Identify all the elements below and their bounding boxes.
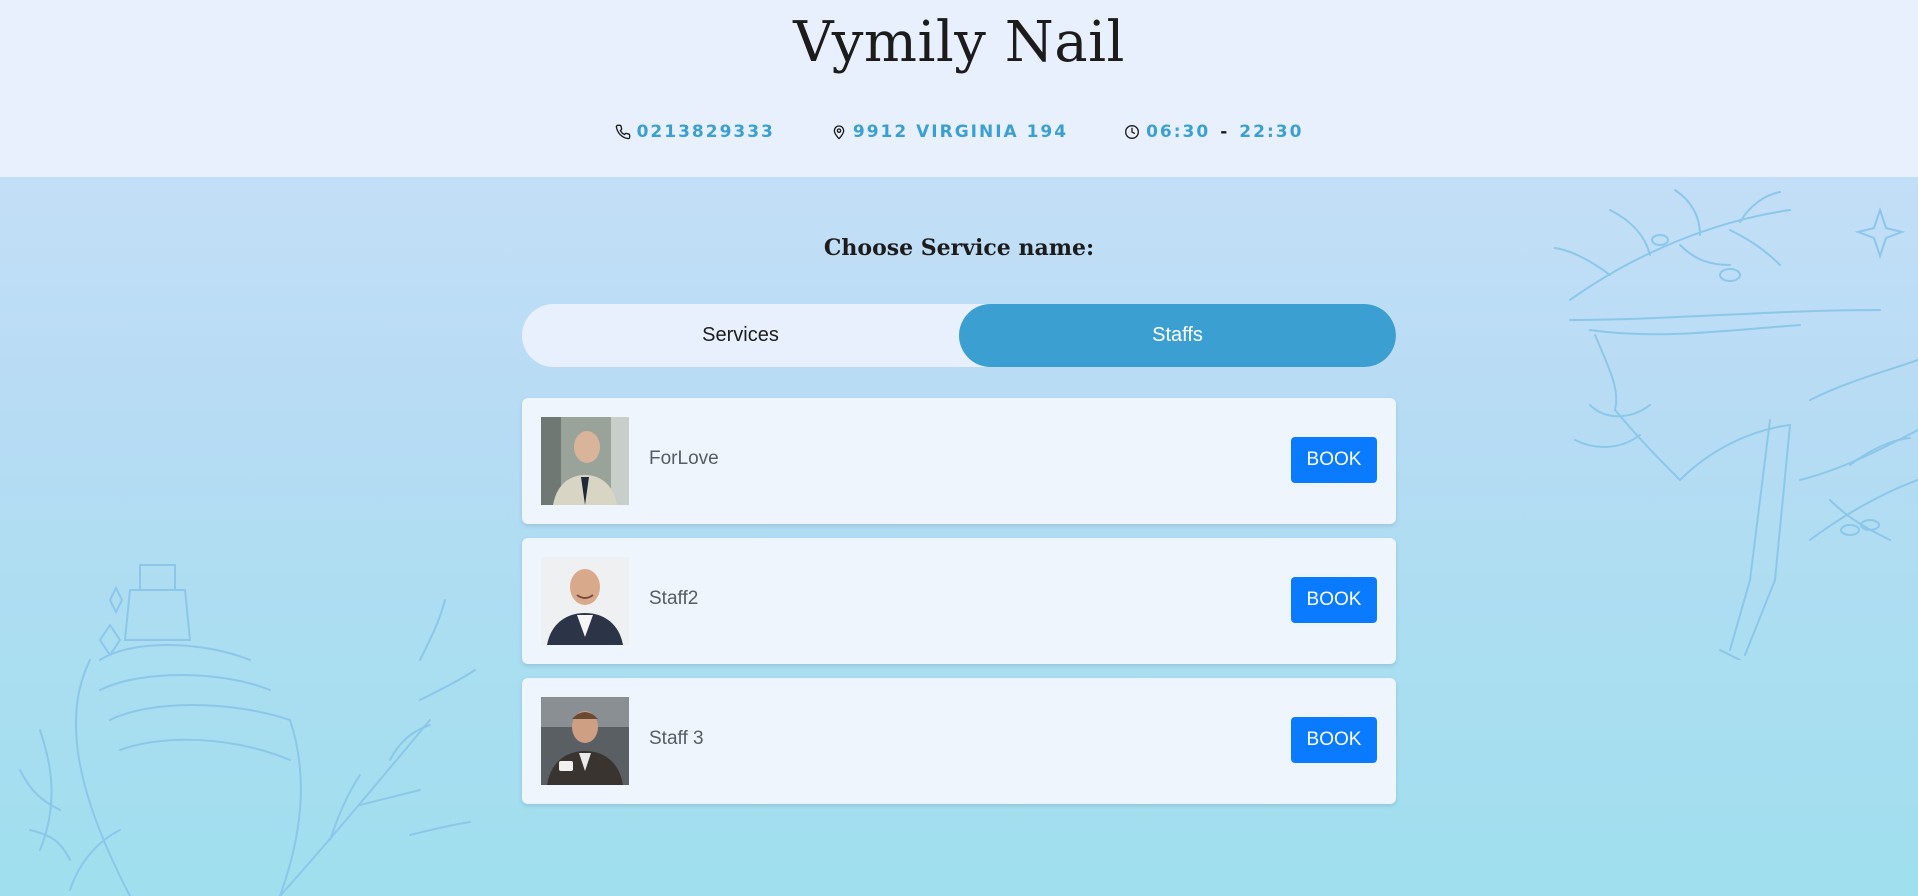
staff-card: Staff2 BOOK	[522, 538, 1396, 664]
tab-services[interactable]: Services	[522, 304, 959, 367]
phone-number: 0213829333	[636, 122, 775, 142]
book-button[interactable]: BOOK	[1291, 437, 1377, 483]
hours-info: 06:30 - 22:30	[1124, 122, 1303, 142]
hand-bottle-illustration	[19, 564, 476, 896]
staff-photo	[541, 417, 629, 505]
book-button[interactable]: BOOK	[1291, 577, 1377, 623]
address-text: 9912 VIRGINIA 194	[852, 122, 1069, 142]
hours-open: 06:30	[1146, 122, 1211, 142]
hours-close: 22:30	[1239, 122, 1304, 142]
phone-icon	[615, 124, 631, 140]
staff-photo	[541, 557, 629, 645]
tab-staffs[interactable]: Staffs	[959, 304, 1396, 367]
staff-name: Staff 3	[649, 728, 704, 749]
staff-card: Staff 3 BOOK	[522, 678, 1396, 804]
services-staffs-toggle: Services Staffs	[522, 304, 1396, 367]
phone-info[interactable]: 0213829333	[615, 122, 775, 142]
book-button[interactable]: BOOK	[1291, 717, 1377, 763]
clock-icon	[1124, 124, 1140, 140]
staff-name: Staff2	[649, 588, 699, 609]
address-info[interactable]: 9912 VIRGINIA 194	[831, 122, 1068, 142]
site-title: Vymily Nail	[793, 10, 1125, 75]
staff-card: ForLove BOOK	[522, 398, 1396, 524]
staff-list: ForLove BOOK Staff2 BOOK Staff 3 BOOK	[522, 398, 1396, 818]
staff-name: ForLove	[649, 448, 719, 469]
staff-photo	[541, 697, 629, 785]
contact-info-row: 0213829333 9912 VIRGINIA 194 06:30 - 22:…	[0, 122, 1918, 142]
location-pin-icon	[831, 124, 847, 140]
hours-separator: -	[1220, 122, 1230, 142]
site-header: Vymily Nail 0213829333 9912 VIRGINIA 194	[0, 0, 1918, 177]
choose-service-title: Choose Service name:	[823, 235, 1095, 261]
